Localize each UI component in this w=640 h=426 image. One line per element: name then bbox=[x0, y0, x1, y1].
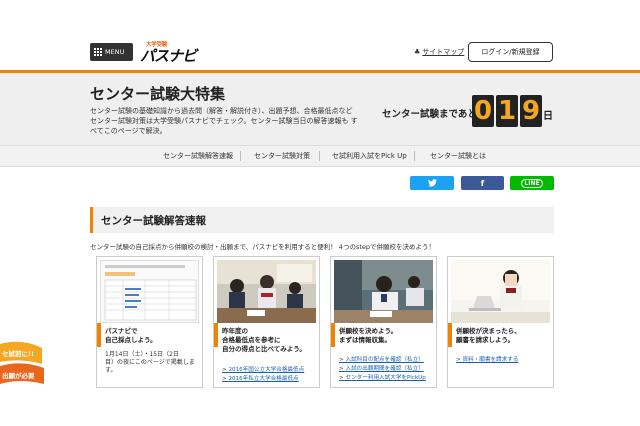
hero-description-line: センター試験対策は大学受験パスナビでチェック。センター試験当日の解答速報も す bbox=[90, 117, 358, 125]
card-title: パスナビで 自己採点しよう。 bbox=[105, 327, 201, 345]
hero-description-line: センター試験の基礎知識から過去問（解答・解説付き）、出題予想、合格最低点など bbox=[90, 107, 353, 115]
countdown-digits: 0 1 9 bbox=[472, 95, 542, 127]
twitter-share-button[interactable] bbox=[410, 176, 454, 190]
laptop-student-illustration bbox=[451, 260, 550, 323]
card-title-line: まずは情報収集。 bbox=[339, 336, 391, 344]
card-body: 1月14日（土）・15日（2日 目）の夜にこのページで掲載しま す。 bbox=[105, 351, 201, 375]
card-title-line: 自分の得点と比べてみよう。 bbox=[222, 345, 306, 353]
sitemap-link[interactable]: ♣ サイトマップ bbox=[414, 47, 464, 57]
section-header: センター試験解答速報 bbox=[90, 207, 554, 233]
nav-item-about[interactable]: センター試験とは bbox=[430, 146, 486, 166]
site-logo[interactable]: 大学受験 パスナビ bbox=[140, 40, 198, 65]
step-card-request-applications[interactable]: 併願校が決まったら、 願書を請求しよう。 資料・願書を請求する bbox=[447, 256, 554, 388]
step-card-compare-scores[interactable]: 昨年度の 合格最低点を参考に 自分の得点と比べてみよう。 2016年国公立大学合… bbox=[213, 256, 320, 388]
card-link[interactable]: 入試の出願期間を確認（私立） bbox=[339, 364, 423, 372]
countdown-unit: 日 bbox=[543, 111, 553, 122]
nav-item-pickup[interactable]: セ試利用入試をPick Up bbox=[332, 146, 407, 166]
line-share-button[interactable]: LINE bbox=[510, 176, 554, 190]
nav-item-answer-flash[interactable]: センター試験解答速報 bbox=[163, 146, 233, 166]
twitter-icon bbox=[427, 179, 437, 187]
menu-label: MENU bbox=[105, 48, 125, 56]
card-body-line: す。 bbox=[105, 367, 117, 374]
card-link[interactable]: 2016年国公立大学合格最低点 bbox=[222, 365, 304, 373]
section-nav: センター試験解答速報 センター試験対策 セ試利用入試をPick Up センター試… bbox=[0, 145, 640, 167]
logo-title: パスナビ bbox=[140, 47, 197, 65]
countdown-digit: 0 bbox=[472, 95, 494, 127]
nav-item-strategy[interactable]: センター試験対策 bbox=[254, 146, 310, 166]
facebook-icon: f bbox=[480, 178, 485, 188]
nav-divider bbox=[240, 151, 241, 161]
card-body-line: 1月14日（土）・15日（2日 bbox=[105, 351, 179, 358]
card-title-line: 自己採点しよう。 bbox=[105, 336, 157, 344]
score-table-illustration bbox=[101, 261, 198, 322]
card-body-line: 目）の夜にこのページで掲載しま bbox=[105, 359, 195, 366]
nav-divider bbox=[414, 151, 415, 161]
card-title-line: パスナビで bbox=[105, 327, 138, 335]
hero-banner: センター試験大特集 センター試験の基礎知識から過去問（解答・解説付き）、出題予想… bbox=[0, 70, 640, 145]
card-title: 昨年度の 合格最低点を参考に 自分の得点と比べてみよう。 bbox=[222, 327, 318, 354]
student-thinking-photo bbox=[334, 260, 433, 323]
classroom-illustration bbox=[217, 260, 316, 323]
card-title: 併願校を決めよう。 まずは情報収集。 bbox=[339, 327, 435, 345]
hero-description-line: べてこのページで解決。 bbox=[90, 127, 167, 135]
card-title-line: 併願校を決めよう。 bbox=[339, 327, 398, 335]
section-lead: センター試験の自己採点から併願校の検討・出願まで、パスナビを利用すると便利！ 4… bbox=[90, 243, 436, 251]
countdown-digit: 1 bbox=[496, 95, 518, 127]
card-link[interactable]: 入試科目の配点を確認（私立） bbox=[339, 355, 423, 363]
card-title-line: 併願校が決まったら、 bbox=[456, 327, 521, 335]
login-register-button[interactable]: ログイン/新規登録 bbox=[468, 42, 553, 62]
card-link[interactable]: 2016年私立大学合格最低点 bbox=[222, 374, 298, 382]
page: MENU 大学受験 パスナビ ♣ サイトマップ ログイン/新規登録 センター試験… bbox=[0, 0, 640, 426]
sitemap-icon: ♣ bbox=[414, 48, 421, 56]
countdown-digit: 9 bbox=[520, 95, 542, 127]
facebook-share-button[interactable]: f bbox=[461, 176, 504, 190]
step-card-choose-schools[interactable]: 併願校を決めよう。 まずは情報収集。 入試科目の配点を確認（私立） 入試の出願期… bbox=[330, 256, 437, 388]
card-link[interactable]: センター利用入試大学をPickUp bbox=[339, 373, 425, 381]
students-studying-photo bbox=[217, 260, 316, 323]
nav-divider bbox=[319, 151, 320, 161]
line-icon: LINE bbox=[521, 178, 543, 188]
card-accent-bar bbox=[448, 323, 452, 347]
student-laptop-photo bbox=[451, 260, 550, 323]
student-desk-illustration bbox=[334, 260, 433, 323]
menu-grid-icon bbox=[94, 48, 102, 56]
card-title: 併願校が決まったら、 願書を請求しよう。 bbox=[456, 327, 552, 345]
sitemap-label: サイトマップ bbox=[422, 48, 465, 56]
score-sheet-image bbox=[100, 260, 199, 323]
section-title: センター試験解答速報 bbox=[101, 215, 206, 227]
card-title-line: 昨年度の bbox=[222, 327, 248, 335]
hero-description: センター試験の基礎知識から過去問（解答・解説付き）、出題予想、合格最低点など セ… bbox=[90, 106, 380, 136]
card-title-line: 願書を請求しよう。 bbox=[456, 336, 515, 344]
card-accent-bar bbox=[331, 323, 335, 347]
countdown-label: センター試験まであと bbox=[382, 109, 477, 120]
side-promo-badge[interactable]: セ試前に!! 出願が必要 bbox=[0, 340, 44, 392]
badge-line-2: 出願が必要 bbox=[2, 372, 35, 380]
site-header: MENU 大学受験 パスナビ ♣ サイトマップ ログイン/新規登録 bbox=[0, 0, 640, 70]
card-accent-bar bbox=[214, 323, 218, 347]
step-card-self-grading[interactable]: パスナビで 自己採点しよう。 1月14日（土）・15日（2日 目）の夜にこのペー… bbox=[96, 256, 203, 388]
card-accent-bar bbox=[97, 323, 101, 347]
card-title-line: 合格最低点を参考に bbox=[222, 336, 281, 344]
badge-line-1: セ試前に!! bbox=[2, 350, 34, 358]
card-link[interactable]: 資料・願書を請求する bbox=[456, 355, 518, 363]
page-title: センター試験大特集 bbox=[90, 85, 226, 103]
menu-button[interactable]: MENU bbox=[90, 43, 133, 61]
